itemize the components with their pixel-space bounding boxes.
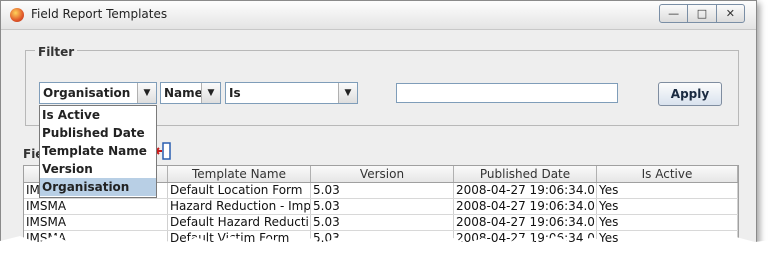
operator-combo-value: Is — [229, 86, 241, 100]
column-combo-value: Name — [164, 86, 203, 100]
window-title: Field Report Templates — [31, 7, 168, 21]
field-combo[interactable]: Organisation ▼ — [39, 82, 157, 104]
chevron-down-icon[interactable]: ▼ — [338, 83, 357, 103]
cell-organisation: IMSMA — [24, 231, 168, 246]
cell-template-name: Default Victim Form — [168, 231, 311, 246]
dropdown-item-version[interactable]: Version — [40, 160, 156, 178]
cell-organisation: IMSMA — [24, 215, 168, 230]
cell-version: 5.03 — [311, 231, 454, 246]
cell-version: 5.03 — [311, 199, 454, 214]
filter-value-input[interactable] — [396, 83, 618, 103]
column-header-published-date[interactable]: Published Date — [454, 166, 597, 182]
cell-published-date: 2008-04-27 19:06:34.0 — [454, 215, 597, 230]
apply-button[interactable]: Apply — [658, 82, 722, 106]
cell-is-active: Yes — [597, 215, 738, 230]
table-row[interactable]: IMSMA Default Victim Form 5.03 2008-04-2… — [24, 231, 738, 247]
cell-is-active: Yes — [597, 231, 738, 246]
cell-published-date: 2008-04-27 19:06:34.0 — [454, 231, 597, 246]
cell-organisation: IMSMA — [24, 199, 168, 214]
dialog-window: Field Report Templates — □ ✕ Filter Orga… — [0, 0, 757, 264]
cell-template-name: Default Hazard Reducti... — [170, 215, 311, 230]
app-icon — [10, 8, 24, 22]
dropdown-item-published-date[interactable]: Published Date — [40, 124, 156, 142]
close-button[interactable]: ✕ — [717, 5, 744, 22]
operator-combo[interactable]: Is ▼ — [225, 82, 358, 104]
filter-legend: Filter — [35, 45, 78, 59]
cell-version: 5.03 — [311, 183, 454, 198]
chevron-down-icon[interactable]: ▼ — [201, 83, 220, 103]
column-header-version[interactable]: Version — [311, 166, 454, 182]
cell-published-date: 2008-04-27 19:06:34.0 — [454, 183, 597, 198]
column-header-template-name[interactable]: Template Name — [168, 166, 311, 182]
column-combo[interactable]: Name ▼ — [160, 82, 221, 104]
cell-published-date: 2008-04-27 19:06:34.0 — [454, 199, 597, 214]
table-row[interactable]: IMSMA Default Hazard Reducti... 5.03 200… — [24, 215, 738, 231]
cell-is-active: Yes — [597, 199, 738, 214]
cell-is-active: Yes — [597, 183, 738, 198]
cell-template-name: Hazard Reduction - Imp... — [170, 199, 311, 214]
field-dropdown-list: Is Active Published Date Template Name V… — [39, 105, 157, 198]
cell-version: 5.03 — [311, 215, 454, 230]
dropdown-item-is-active[interactable]: Is Active — [40, 106, 156, 124]
field-combo-value: Organisation — [43, 86, 131, 100]
dropdown-item-template-name[interactable]: Template Name — [40, 142, 156, 160]
minimize-button[interactable]: — — [660, 5, 689, 22]
export-icon[interactable] — [155, 142, 171, 160]
chevron-down-icon[interactable]: ▼ — [137, 83, 156, 103]
window-controls: — □ ✕ — [659, 4, 745, 23]
column-header-is-active[interactable]: Is Active — [597, 166, 738, 182]
table-row[interactable]: IMSMA Hazard Reduction - Imp... 5.03 200… — [24, 199, 738, 215]
title-bar: Field Report Templates — □ ✕ — [1, 1, 756, 30]
dropdown-item-organisation[interactable]: Organisation — [40, 178, 156, 196]
cell-template-name: Default Location Form — [168, 183, 311, 198]
maximize-button[interactable]: □ — [688, 5, 717, 22]
